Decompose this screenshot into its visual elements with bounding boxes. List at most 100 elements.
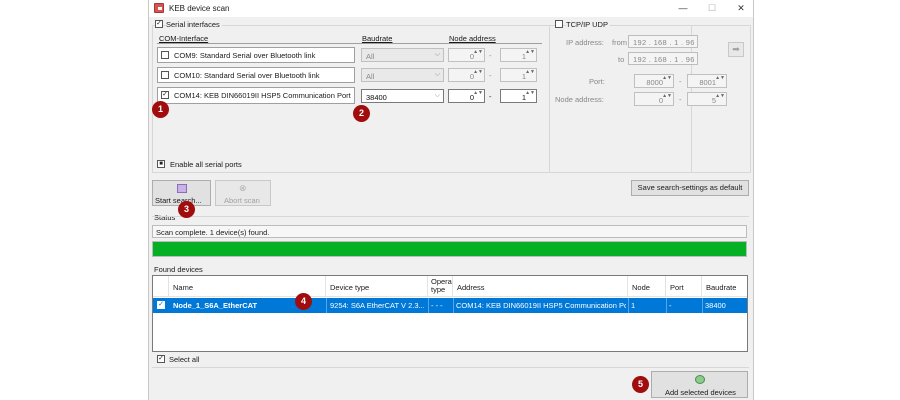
enable-all-serial-label: Enable all serial ports bbox=[170, 160, 242, 169]
device-name-cell: Node_1_S6A_EtherCAT bbox=[173, 301, 258, 310]
minimize-button[interactable]: — bbox=[669, 1, 697, 16]
col-port-text: Port bbox=[670, 283, 684, 292]
tcp-node-dash: - bbox=[679, 95, 682, 104]
cell-separator bbox=[326, 298, 327, 313]
annotation-badge-4: 4 bbox=[295, 293, 312, 310]
com9-baudrate-select[interactable]: All ⌵ bbox=[361, 48, 444, 62]
com10-baud-value: All bbox=[366, 72, 375, 81]
progress-fill bbox=[153, 242, 746, 256]
col-com-interface: COM-Interface bbox=[159, 34, 209, 43]
com14-dash: - bbox=[489, 92, 492, 101]
col-device-type-text: Device type bbox=[330, 283, 370, 292]
com9-checkbox[interactable] bbox=[161, 51, 169, 59]
progress-bar bbox=[152, 241, 747, 257]
close-button[interactable]: ✕ bbox=[727, 1, 753, 16]
com10-dash: - bbox=[489, 71, 492, 80]
col-address-header[interactable]: Address bbox=[453, 276, 628, 297]
tcp-udp-label: TCP/IP UDP bbox=[566, 20, 610, 29]
com9-baud-value: All bbox=[366, 52, 375, 61]
tcp-node-from[interactable]: 0 ▲▼ bbox=[634, 92, 674, 106]
chevron-down-icon: ⌵ bbox=[434, 51, 440, 58]
cell-separator bbox=[428, 298, 429, 313]
tcp-node-to[interactable]: 5 ▲▼ bbox=[687, 92, 727, 106]
col-node-header[interactable]: Node bbox=[628, 276, 666, 297]
ip-from-label: from bbox=[612, 38, 627, 47]
col-operation-type-header[interactable]: Opera type bbox=[428, 276, 453, 297]
save-settings-button[interactable]: Save search-settings as default bbox=[631, 180, 749, 196]
cell-separator bbox=[702, 298, 703, 313]
com10-row[interactable]: COM10: Standard Serial over Bluetooth li… bbox=[157, 67, 355, 83]
col-opera-text: Opera type bbox=[431, 278, 452, 294]
device-baudrate-cell: 38400 bbox=[705, 301, 726, 310]
port-label: Port: bbox=[589, 77, 605, 86]
ip-address-label: IP address: bbox=[566, 38, 604, 47]
col-port-header[interactable]: Port bbox=[666, 276, 702, 297]
start-search-label: Start search... bbox=[155, 196, 202, 205]
com9-node-from[interactable]: 0 ▲▼ bbox=[448, 48, 485, 62]
port-from-value: 8000 bbox=[646, 78, 663, 87]
col-baudrate-header[interactable]: Baudrate bbox=[702, 276, 747, 297]
com14-baudrate-select[interactable]: 38400 ⌵ bbox=[361, 89, 444, 103]
status-text: Scan complete. 1 device(s) found. bbox=[156, 228, 270, 237]
com9-row[interactable]: COM9: Standard Serial over Bluetooth lin… bbox=[157, 47, 355, 63]
title-bar: KEB device scan — ☐ ✕ bbox=[149, 0, 753, 17]
ip-to-field[interactable]: 192 . 168 . 1 . 96 bbox=[628, 52, 698, 65]
add-selected-devices-button[interactable]: Add selected devices bbox=[651, 371, 748, 398]
app-icon bbox=[154, 3, 164, 13]
select-all-checkbox[interactable]: ✓ bbox=[157, 355, 165, 363]
abort-scan-button[interactable]: ⊗ Abort scan bbox=[215, 180, 271, 206]
com14-row[interactable]: ✓ COM14: KEB DIN66019II HSP5 Communicati… bbox=[157, 87, 355, 104]
annotation-badge-1: 1 bbox=[152, 101, 169, 118]
com9-node-to[interactable]: 1 ▲▼ bbox=[500, 48, 537, 62]
spin-icon: ▲▼ bbox=[473, 49, 483, 55]
ip-from-field[interactable]: 192 . 168 . 1 . 96 bbox=[628, 35, 698, 48]
search-devices-icon bbox=[176, 184, 187, 193]
header-divider bbox=[157, 43, 542, 44]
com10-baudrate-select[interactable]: All ⌵ bbox=[361, 68, 444, 82]
cell-separator bbox=[666, 298, 667, 313]
abort-icon: ⊗ bbox=[239, 183, 247, 193]
spin-icon: ▲▼ bbox=[662, 93, 672, 99]
col-select-header bbox=[153, 276, 169, 297]
spin-icon: ▲▼ bbox=[473, 69, 483, 75]
col-opera-line2: type bbox=[431, 285, 446, 294]
com14-node-from[interactable]: 0 ▲▼ bbox=[448, 89, 485, 103]
annotation-badge-2: 2 bbox=[353, 105, 370, 122]
serial-interfaces-checkbox[interactable]: ✓ bbox=[155, 20, 163, 28]
window-title: KEB device scan bbox=[169, 4, 230, 13]
com10-checkbox[interactable] bbox=[161, 71, 169, 79]
com10-node-to[interactable]: 1 ▲▼ bbox=[500, 68, 537, 82]
ip-to-value: 192 . 168 . 1 . 96 bbox=[633, 55, 695, 64]
com10-node-from[interactable]: 0 ▲▼ bbox=[448, 68, 485, 82]
spin-icon: ▲▼ bbox=[715, 75, 725, 81]
com14-node-to[interactable]: 1 ▲▼ bbox=[500, 89, 537, 103]
chevron-down-icon: ⌵ bbox=[434, 92, 440, 99]
cell-separator bbox=[453, 298, 454, 313]
spin-icon: ▲▼ bbox=[715, 93, 725, 99]
tcp-udp-checkbox[interactable] bbox=[555, 20, 563, 28]
col-baudrate: Baudrate bbox=[362, 34, 393, 43]
device-scan-window: KEB device scan — ☐ ✕ ✓ Serial interface… bbox=[148, 0, 754, 400]
annotation-badge-5: 5 bbox=[632, 376, 649, 393]
operation-type-cell: - - - bbox=[431, 301, 443, 310]
bottom-divider bbox=[152, 367, 749, 368]
device-node-cell: 1 bbox=[631, 301, 636, 310]
select-all-label: Select all bbox=[169, 355, 200, 364]
com9-label: COM9: Standard Serial over Bluetooth lin… bbox=[174, 51, 316, 60]
com14-checkbox[interactable]: ✓ bbox=[161, 91, 169, 99]
abort-scan-label: Abort scan bbox=[224, 196, 260, 205]
arrow-right-icon[interactable]: ➡ bbox=[728, 42, 744, 57]
maximize-button[interactable]: ☐ bbox=[698, 1, 726, 16]
ip-to-label: to bbox=[618, 55, 625, 64]
found-devices-grid[interactable]: Name Device type Opera type Address Node … bbox=[152, 275, 748, 352]
table-row[interactable]: ✓ Node_1_S6A_EtherCAT 9254: S6A EtherCAT… bbox=[153, 298, 747, 313]
com14-label: COM14: KEB DIN66019II HSP5 Communication… bbox=[174, 91, 351, 100]
col-address-text: Address bbox=[457, 283, 485, 292]
device-row-checkbox[interactable]: ✓ bbox=[157, 301, 165, 309]
col-device-type-header[interactable]: Device type bbox=[326, 276, 428, 297]
enable-all-serial-checkbox[interactable]: ■ bbox=[157, 160, 165, 168]
port-from[interactable]: 8000 ▲▼ bbox=[634, 74, 674, 88]
device-type-cell: 9254: S6A EtherCAT V 2.3.... bbox=[330, 301, 424, 310]
add-devices-icon bbox=[694, 375, 705, 384]
port-to[interactable]: 8001 ▲▼ bbox=[687, 74, 727, 88]
